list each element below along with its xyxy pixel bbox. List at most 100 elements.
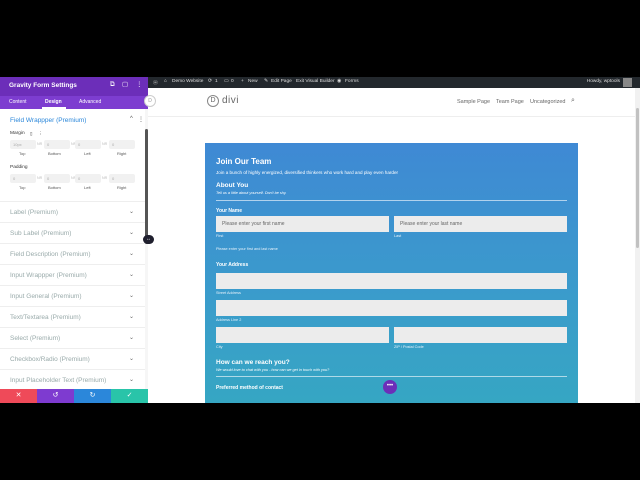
section-title-field-wrapper[interactable]: Field Wrappper (Premium) bbox=[10, 117, 86, 124]
contact-method-label: Preferred method of contact bbox=[216, 385, 283, 391]
more-options-icon[interactable]: ⋮ bbox=[136, 81, 143, 89]
street-address-input[interactable] bbox=[216, 273, 567, 289]
last-caption: Last bbox=[394, 234, 402, 238]
unit-label: NR bbox=[37, 176, 43, 180]
chevron-down-icon: ⌄ bbox=[128, 209, 134, 215]
forms-icon[interactable]: ◉ bbox=[337, 79, 341, 84]
section-input-placeholder[interactable]: Input Placeholder Text (Premium) ⌄ bbox=[0, 369, 146, 390]
screen: Gravity Form Settings ⧉ ▢ ⋮ Content Desi… bbox=[0, 77, 640, 403]
section-input-wrapper[interactable]: Input Wrappper (Premium) ⌄ bbox=[0, 264, 146, 285]
comments-count[interactable]: 0 bbox=[231, 79, 234, 84]
settings-panel: Gravity Form Settings ⧉ ▢ ⋮ Content Desi… bbox=[0, 77, 148, 403]
section-label-text: Field Description (Premium) bbox=[10, 251, 91, 258]
section-label-text: Input Wrappper (Premium) bbox=[10, 272, 87, 279]
updates-count[interactable]: 1 bbox=[215, 79, 218, 84]
edit-page-link[interactable]: Edit Page bbox=[271, 79, 292, 84]
nav-team-page[interactable]: Team Page bbox=[496, 99, 524, 105]
chevron-down-icon: ⌄ bbox=[128, 293, 134, 299]
section-title-reach-you: How can we reach you? bbox=[216, 359, 290, 366]
section-select[interactable]: Select (Premium) ⌄ bbox=[0, 327, 146, 348]
active-tab-indicator bbox=[42, 107, 66, 109]
form-title: Join Our Team bbox=[216, 157, 272, 166]
redo-button[interactable]: ↻ bbox=[74, 389, 111, 403]
section-input-general[interactable]: Input General (Premium) ⌄ bbox=[0, 285, 146, 306]
name-help-text: Please enter your first and last name bbox=[216, 247, 278, 251]
forms-link[interactable]: Forms bbox=[345, 79, 359, 84]
module-options-button[interactable]: ••• bbox=[383, 380, 397, 394]
plus-icon[interactable]: + bbox=[241, 79, 244, 84]
margin-right-input[interactable]: 0 bbox=[109, 140, 135, 149]
search-icon[interactable]: ⌕ bbox=[571, 97, 575, 105]
home-icon[interactable]: ⌂ bbox=[164, 79, 167, 84]
discard-button[interactable]: ✕ bbox=[0, 389, 37, 403]
section-desc-about-you: Tell us a little about yourself. Don't b… bbox=[216, 191, 287, 195]
zip-input[interactable] bbox=[394, 327, 567, 343]
more-options-icon[interactable]: ⋮ bbox=[138, 116, 144, 123]
margin-left-input[interactable]: 0 bbox=[75, 140, 101, 149]
nav-sample-page[interactable]: Sample Page bbox=[457, 99, 490, 105]
padding-right-input[interactable]: 0 bbox=[109, 174, 135, 183]
section-divider bbox=[216, 376, 567, 377]
chevron-down-icon: ⌄ bbox=[128, 377, 134, 383]
section-text-textarea[interactable]: Text/Textarea (Premium) ⌄ bbox=[0, 306, 146, 327]
tab-content[interactable]: Content bbox=[9, 99, 27, 105]
expand-icon[interactable]: ⧉ bbox=[110, 81, 115, 89]
chevron-up-icon[interactable]: ^ bbox=[130, 116, 133, 122]
new-link[interactable]: New bbox=[248, 79, 258, 84]
link-icon[interactable]: ⋮ bbox=[38, 131, 43, 137]
margin-bottom-input[interactable]: 0 bbox=[44, 140, 70, 149]
tab-advanced[interactable]: Advanced bbox=[79, 99, 101, 105]
margin-right-caption: Right bbox=[117, 151, 127, 156]
panel-tabs: Content Design Advanced bbox=[0, 96, 148, 109]
chevron-down-icon: ⌄ bbox=[128, 335, 134, 341]
street-address-caption: Street Address bbox=[216, 291, 241, 295]
site-name-link[interactable]: Demo Website bbox=[172, 79, 203, 84]
page-scrollbar-thumb[interactable] bbox=[636, 108, 639, 248]
logo-icon[interactable]: D bbox=[207, 95, 219, 107]
panel-resize-handle[interactable]: ↔ bbox=[143, 235, 154, 244]
padding-top-caption: Top bbox=[19, 185, 26, 190]
section-desc-reach-you: We would love to chat with you - how can… bbox=[216, 368, 330, 372]
exit-visual-builder-link[interactable]: Exit Visual Builder bbox=[296, 79, 335, 84]
updates-icon[interactable]: ⟳ bbox=[208, 79, 212, 84]
avatar[interactable] bbox=[623, 78, 632, 87]
comments-icon[interactable]: ▭ bbox=[224, 79, 229, 84]
tab-design[interactable]: Design bbox=[45, 99, 62, 105]
address-line2-input[interactable] bbox=[216, 300, 567, 316]
name-label: Your Name bbox=[216, 208, 243, 214]
city-input[interactable] bbox=[216, 327, 389, 343]
zip-caption: ZIP / Postal Code bbox=[394, 345, 424, 349]
padding-top-input[interactable]: 0 bbox=[10, 174, 36, 183]
first-name-input[interactable]: Please enter your first name bbox=[216, 216, 389, 232]
wordpress-icon[interactable]: ⓦ bbox=[153, 79, 158, 86]
page-scrollbar[interactable] bbox=[635, 88, 640, 403]
last-name-input[interactable]: Please enter your last name bbox=[394, 216, 567, 232]
unit-label: NR bbox=[102, 142, 108, 146]
margin-label: Margin bbox=[10, 131, 25, 136]
site-page: D D divi Sample Page Team Page Uncategor… bbox=[144, 88, 635, 403]
section-sub-label[interactable]: Sub Label (Premium) ⌄ bbox=[0, 222, 146, 243]
site-logo[interactable]: divi bbox=[222, 95, 239, 106]
section-checkbox-radio[interactable]: Checkbox/Radio (Premium) ⌄ bbox=[0, 348, 146, 369]
save-button[interactable]: ✓ bbox=[111, 389, 148, 403]
device-icon[interactable]: ▯ bbox=[30, 131, 32, 137]
form-description: Join a bunch of highly energized, divers… bbox=[216, 170, 399, 175]
panel-title: Gravity Form Settings bbox=[9, 82, 77, 89]
undo-button[interactable]: ↺ bbox=[37, 389, 74, 403]
address-line2-caption: Address Line 2 bbox=[216, 318, 242, 322]
city-caption: City bbox=[216, 345, 223, 349]
section-label[interactable]: Label (Premium) ⌄ bbox=[0, 201, 146, 222]
window-icon[interactable]: ▢ bbox=[122, 81, 128, 89]
pencil-icon[interactable]: ✎ bbox=[264, 79, 268, 84]
nav-uncategorized[interactable]: Uncategorized bbox=[530, 99, 565, 105]
section-field-description[interactable]: Field Description (Premium) ⌄ bbox=[0, 243, 146, 264]
builder-toggle-icon[interactable]: D bbox=[144, 95, 156, 107]
wp-admin-bar: ⓦ ⌂ Demo Website ⟳ 1 ▭ 0 + New ✎ Edit Pa… bbox=[148, 77, 640, 88]
margin-top-input[interactable]: 10px bbox=[10, 140, 36, 149]
panel-header[interactable]: Gravity Form Settings ⧉ ▢ ⋮ bbox=[0, 77, 148, 96]
padding-left-input[interactable]: 0 bbox=[75, 174, 101, 183]
section-label-text: Checkbox/Radio (Premium) bbox=[10, 356, 90, 363]
header-divider bbox=[148, 116, 635, 117]
padding-bottom-input[interactable]: 0 bbox=[44, 174, 70, 183]
howdy-user[interactable]: Howdy, wptools bbox=[587, 79, 620, 84]
